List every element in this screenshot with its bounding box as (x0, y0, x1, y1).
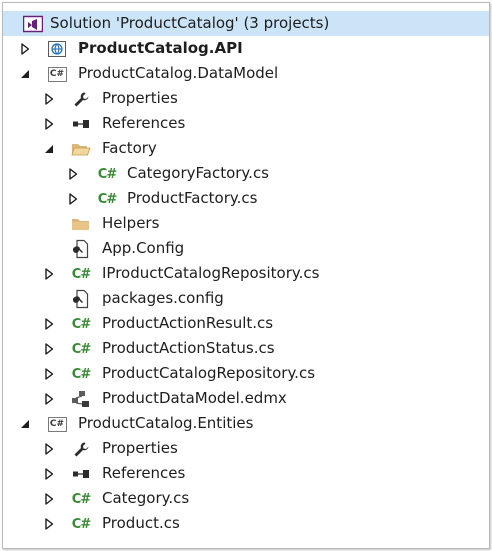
collapsed-arrow-icon[interactable] (19, 42, 31, 55)
references-icon (71, 114, 91, 134)
tree-item-label: References (102, 114, 186, 132)
tree-row-packages-config[interactable]: packages.config (3, 286, 489, 311)
collapsed-arrow-icon[interactable] (43, 317, 55, 330)
tree-item-label: ProductDataModel.edmx (102, 389, 287, 407)
tree-item-label: Properties (102, 439, 178, 457)
expanded-arrow-icon[interactable] (43, 142, 55, 155)
csharp-project-icon: C# (47, 64, 67, 84)
tree-item-label: Product.cs (102, 514, 180, 532)
tree-row-factory[interactable]: Factory (3, 136, 489, 161)
wrench-icon (71, 439, 91, 459)
collapsed-arrow-icon[interactable] (43, 392, 55, 405)
tree-row-productcatalog-api[interactable]: ProductCatalog.API (3, 36, 489, 61)
tree-item-label: ProductFactory.cs (127, 189, 258, 207)
expanded-arrow-icon[interactable] (19, 67, 31, 80)
csharp-file-icon: C# (71, 266, 91, 282)
tree-row-product-cs[interactable]: C# Product.cs (3, 511, 489, 536)
csharp-file-icon: C# (97, 191, 117, 207)
collapsed-arrow-icon[interactable] (43, 367, 55, 380)
tree-item-label: packages.config (102, 289, 224, 307)
web-project-icon (47, 39, 67, 59)
solution-explorer: Solution 'ProductCatalog' (3 projects) P… (2, 2, 490, 549)
solution-tree: Solution 'ProductCatalog' (3 projects) P… (3, 11, 489, 536)
tree-row-productactionstatus-cs[interactable]: C# ProductActionStatus.cs (3, 336, 489, 361)
csharp-file-icon: C# (71, 316, 91, 332)
tree-row-productactionresult-cs[interactable]: C# ProductActionResult.cs (3, 311, 489, 336)
tree-row-helpers[interactable]: Helpers (3, 211, 489, 236)
edmx-file-icon (71, 389, 91, 409)
tree-row-iproductcatalogrepository-cs[interactable]: C# IProductCatalogRepository.cs (3, 261, 489, 286)
tree-item-label: ProductCatalog.Entities (78, 414, 254, 432)
tree-item-label: Category.cs (102, 489, 190, 507)
tree-item-label: CategoryFactory.cs (127, 164, 270, 182)
csharp-file-icon: C# (97, 166, 117, 182)
config-file-icon (71, 289, 91, 309)
tree-row-references[interactable]: References (3, 111, 489, 136)
tree-item-label: Properties (102, 89, 178, 107)
tree-row-solution[interactable]: Solution 'ProductCatalog' (3 projects) (3, 11, 489, 36)
tree-row-productcatalog-entities[interactable]: C# ProductCatalog.Entities (3, 411, 489, 436)
tree-row-productfactory-cs[interactable]: C# ProductFactory.cs (3, 186, 489, 211)
csharp-file-icon: C# (71, 366, 91, 382)
config-file-icon (71, 239, 91, 259)
tree-item-label: References (102, 464, 186, 482)
tree-row-properties[interactable]: Properties (3, 436, 489, 461)
tree-row-productcatalog-datamodel[interactable]: C# ProductCatalog.DataModel (3, 61, 489, 86)
collapsed-arrow-icon[interactable] (43, 442, 55, 455)
csharp-file-icon: C# (71, 516, 91, 532)
collapsed-arrow-icon[interactable] (43, 517, 55, 530)
tree-row-properties[interactable]: Properties (3, 86, 489, 111)
tree-item-label: Helpers (102, 214, 160, 232)
tree-row-app-config[interactable]: App.Config (3, 236, 489, 261)
references-icon (71, 464, 91, 484)
wrench-icon (71, 89, 91, 109)
visual-studio-solution-icon (23, 14, 43, 34)
collapsed-arrow-icon[interactable] (67, 192, 79, 205)
csharp-file-icon: C# (71, 341, 91, 357)
tree-item-label: ProductActionResult.cs (102, 314, 274, 332)
csharp-project-icon: C# (47, 414, 67, 434)
collapsed-arrow-icon[interactable] (43, 117, 55, 130)
collapsed-arrow-icon[interactable] (43, 92, 55, 105)
tree-row-category-cs[interactable]: C# Category.cs (3, 486, 489, 511)
tree-row-references[interactable]: References (3, 461, 489, 486)
csharp-file-icon: C# (71, 491, 91, 507)
tree-item-label: App.Config (102, 239, 185, 257)
tree-item-label: IProductCatalogRepository.cs (102, 264, 320, 282)
tree-row-categoryfactory-cs[interactable]: C# CategoryFactory.cs (3, 161, 489, 186)
tree-item-label: Factory (102, 139, 157, 157)
collapsed-arrow-icon[interactable] (43, 467, 55, 480)
tree-row-productdatamodel-edmx[interactable]: ProductDataModel.edmx (3, 386, 489, 411)
solution-label: Solution 'ProductCatalog' (3 projects) (50, 14, 330, 32)
tree-item-label: ProductActionStatus.cs (102, 339, 275, 357)
folder-icon (71, 214, 91, 234)
collapsed-arrow-icon[interactable] (43, 267, 55, 280)
folder-open-icon (71, 139, 91, 159)
collapsed-arrow-icon[interactable] (43, 492, 55, 505)
tree-item-label: ProductCatalog.DataModel (78, 64, 279, 82)
expanded-arrow-icon[interactable] (19, 417, 31, 430)
tree-item-label: ProductCatalogRepository.cs (102, 364, 316, 382)
tree-row-productcatalogrepository-cs[interactable]: C# ProductCatalogRepository.cs (3, 361, 489, 386)
tree-item-label: ProductCatalog.API (78, 39, 243, 57)
collapsed-arrow-icon[interactable] (67, 167, 79, 180)
collapsed-arrow-icon[interactable] (43, 342, 55, 355)
